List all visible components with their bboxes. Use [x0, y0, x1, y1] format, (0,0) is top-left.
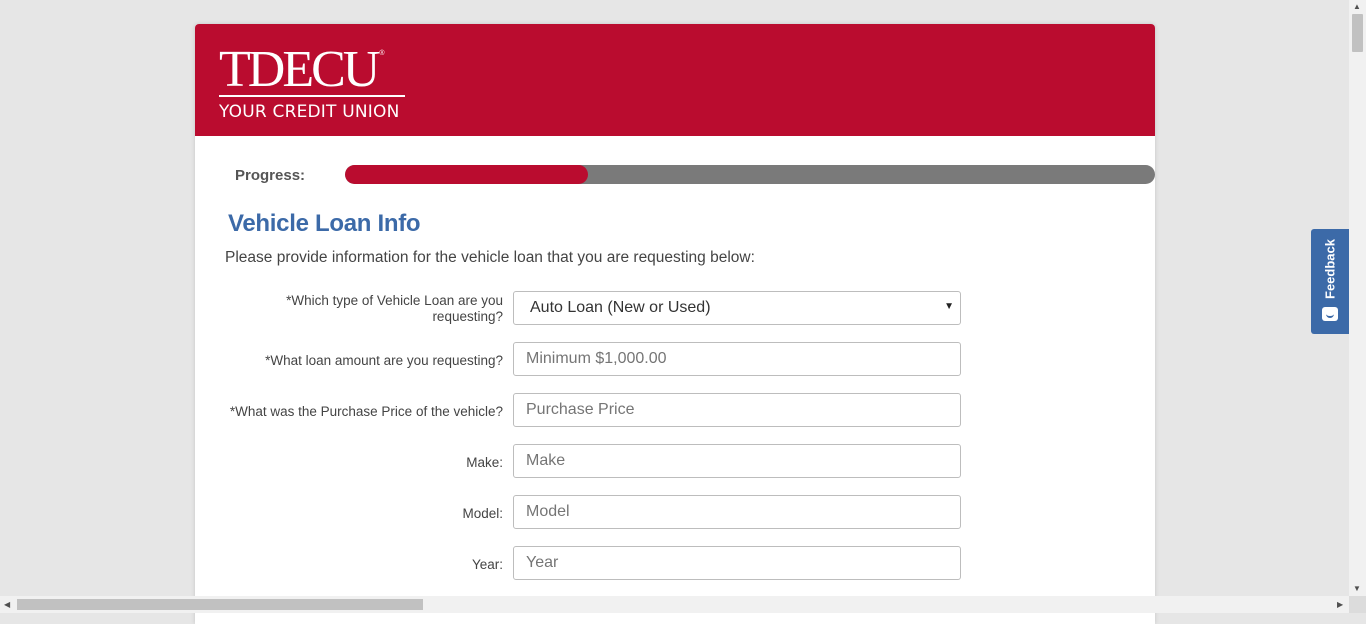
loan-type-label: *Which type of Vehicle Loan are you requ… [286, 293, 503, 324]
horizontal-scroll-thumb[interactable] [17, 599, 423, 610]
chevron-down-icon: ▼ [944, 301, 954, 312]
progress-row: Progress: [235, 165, 1155, 185]
loan-amount-input[interactable]: Minimum $1,000.00 [513, 342, 961, 376]
year-input[interactable]: Year [513, 546, 961, 580]
brand-header: TDECU ® YOUR CREDIT UNION [195, 24, 1155, 136]
year-label: Year: [471, 557, 503, 572]
make-label: Make: [466, 455, 503, 470]
scrollbar-corner [1349, 596, 1366, 613]
progress-fill [345, 165, 588, 184]
logo-tagline: YOUR CREDIT UNION [219, 102, 400, 122]
vertical-scrollbar[interactable]: ▲ ▼ [1349, 0, 1366, 597]
loan-amount-label: *What loan amount are you requesting? [265, 353, 503, 368]
feedback-face-icon [1322, 307, 1338, 321]
scroll-up-icon[interactable]: ▲ [1353, 2, 1361, 11]
loan-type-select[interactable]: Auto Loan (New or Used) ▼ [513, 291, 961, 325]
purchase-price-label: *What was the Purchase Price of the vehi… [229, 404, 503, 419]
progress-bar [345, 165, 1155, 184]
logo-word: TDECU [219, 41, 380, 98]
tdecu-logo[interactable]: TDECU ® YOUR CREDIT UNION [219, 41, 405, 122]
page-title: Vehicle Loan Info [228, 210, 421, 237]
model-label: Model: [462, 506, 503, 521]
feedback-label: Feedback [1322, 239, 1338, 299]
feedback-button[interactable]: Feedback [1311, 229, 1349, 334]
logo-registered-mark: ® [379, 50, 385, 57]
loan-type-value: Auto Loan (New or Used) [530, 299, 711, 316]
scroll-down-icon[interactable]: ▼ [1353, 584, 1361, 593]
intro-text: Please provide information for the vehic… [225, 249, 755, 266]
progress-label: Progress: [235, 167, 306, 184]
scroll-left-icon[interactable]: ◀ [4, 600, 10, 609]
scroll-right-icon[interactable]: ▶ [1337, 600, 1343, 609]
purchase-price-input[interactable]: Purchase Price [513, 393, 961, 427]
vertical-scroll-thumb[interactable] [1352, 14, 1363, 52]
application-card: TDECU ® YOUR CREDIT UNION Progress: Vehic… [195, 24, 1155, 624]
model-input[interactable]: Model [513, 495, 961, 529]
horizontal-scrollbar[interactable]: ◀ ▶ [0, 596, 1349, 613]
make-input[interactable]: Make [513, 444, 961, 478]
